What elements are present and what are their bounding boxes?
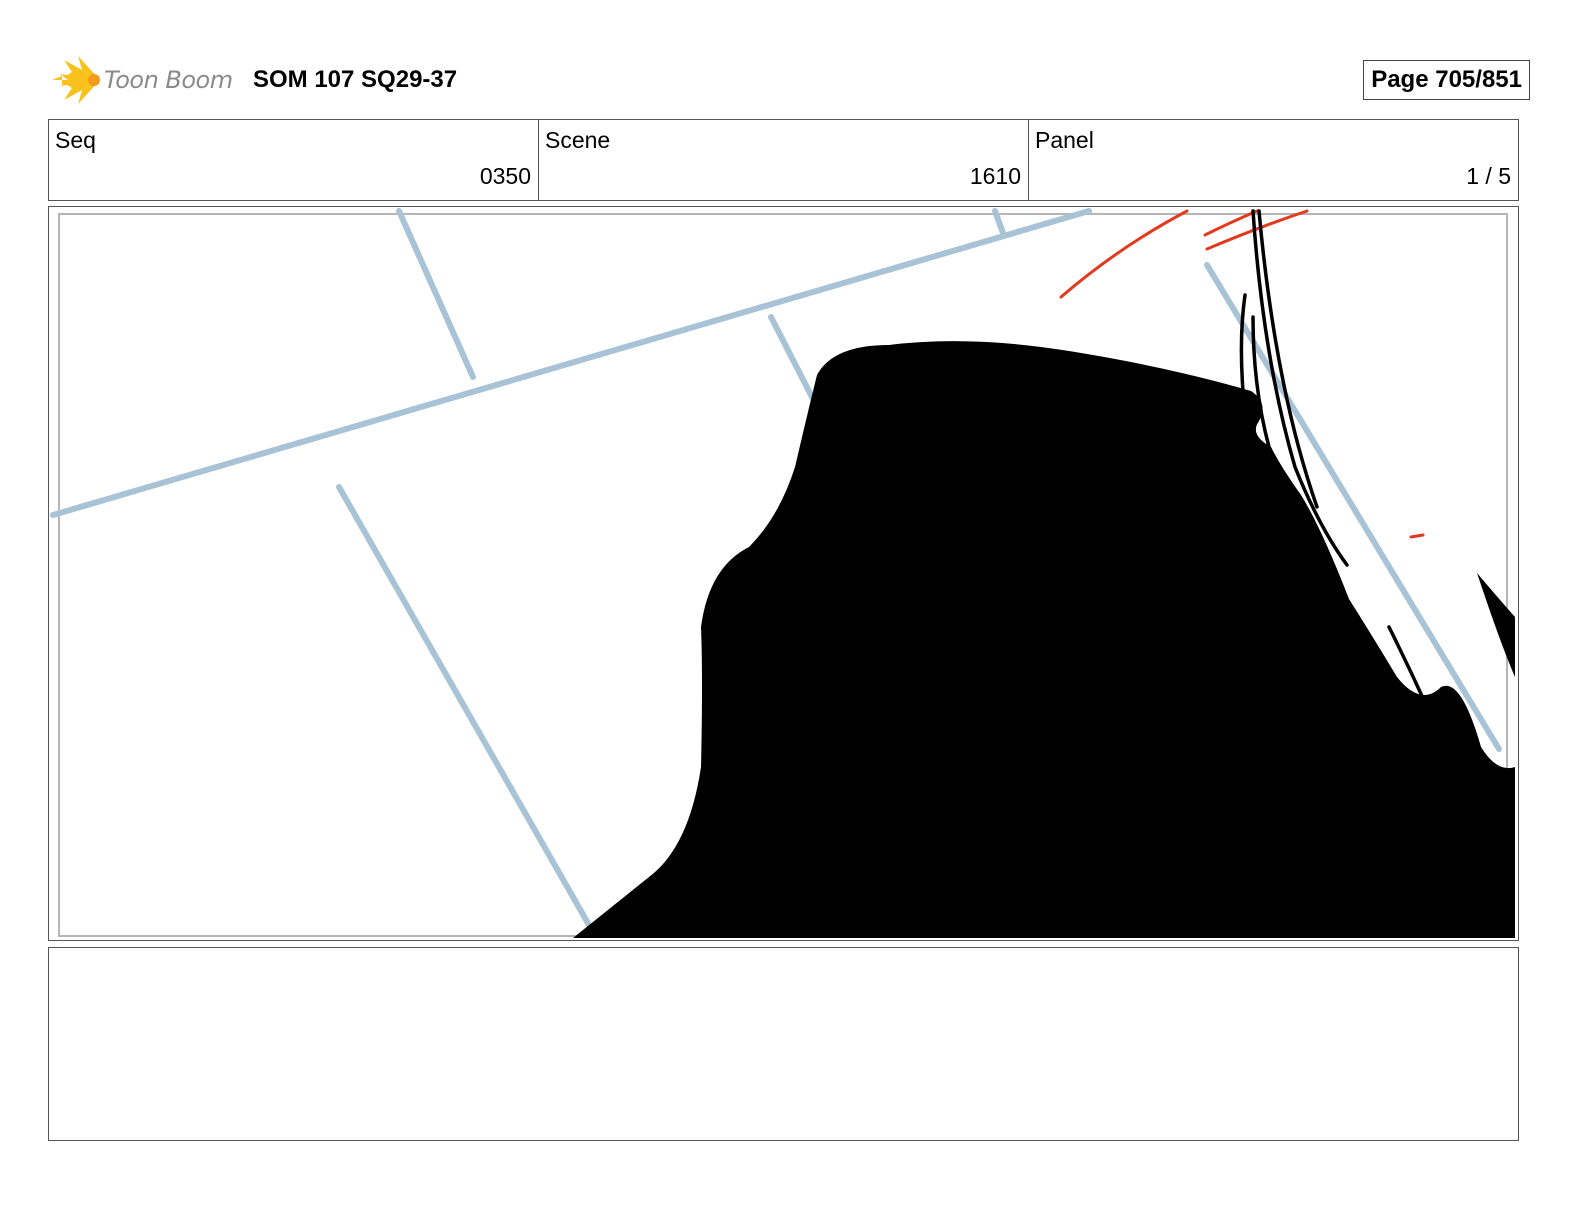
scene-label: Scene bbox=[545, 127, 611, 153]
panel-drawing bbox=[50, 208, 1515, 939]
document-title: SOM 107 SQ29-37 bbox=[253, 66, 458, 93]
page-indicator: Page 705/851 bbox=[1363, 60, 1530, 100]
seq-cell: Seq 0350 bbox=[49, 120, 539, 200]
logo-text: Toon Boom bbox=[104, 66, 233, 94]
panel-value: 1 / 5 bbox=[1466, 163, 1511, 189]
scene-cell: Scene 1610 bbox=[539, 120, 1029, 200]
storyboard-header: Toon Boom SOM 107 SQ29-37 Page 705/851 bbox=[50, 52, 1530, 108]
character-silhouette bbox=[573, 341, 1515, 939]
panel-label: Panel bbox=[1035, 127, 1094, 153]
seq-value: 0350 bbox=[479, 163, 531, 189]
seq-label: Seq bbox=[55, 127, 96, 153]
panel-cell: Panel 1 / 5 bbox=[1029, 120, 1518, 200]
storyboard-panel-image bbox=[48, 206, 1519, 941]
starburst-icon bbox=[52, 56, 100, 104]
toon-boom-logo: Toon Boom bbox=[50, 54, 233, 106]
shot-info-table: Seq 0350 Scene 1610 Panel 1 / 5 bbox=[48, 119, 1519, 201]
scene-value: 1610 bbox=[969, 163, 1021, 189]
silhouette-edge-shape bbox=[1477, 573, 1515, 677]
panel-notes-box bbox=[48, 947, 1519, 1141]
